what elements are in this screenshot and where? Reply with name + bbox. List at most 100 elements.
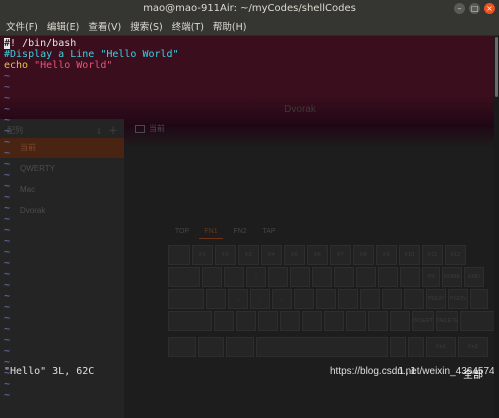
key (206, 289, 226, 309)
key (356, 267, 376, 287)
key (168, 289, 204, 309)
editor-line-2: #Display a Line "Hello World" (4, 49, 179, 60)
key (214, 311, 234, 331)
key (236, 311, 256, 331)
key: F5 (284, 245, 305, 265)
ghost-layer-fn1: FN1 (199, 226, 223, 239)
key: END (464, 267, 484, 287)
tilde-line: ~ (4, 269, 11, 280)
echo-keyword: echo (4, 60, 29, 71)
key: ← (228, 289, 248, 309)
key (302, 311, 322, 331)
key (224, 267, 244, 287)
tilde-line: ~ (4, 291, 11, 302)
tilde-line: ~ (4, 225, 11, 236)
key: HOME (442, 267, 462, 287)
menu-bar: 文件(F) 编辑(E) 查看(V) 搜索(S) 终端(T) 帮助(H) (0, 17, 499, 36)
key: F3 (238, 245, 259, 265)
key (408, 337, 424, 357)
ghost-tab-label: 当前 (149, 124, 165, 133)
tilde-line: ~ (4, 302, 11, 313)
tilde-line: ~ (4, 159, 11, 170)
minimize-button[interactable]: – (454, 3, 465, 14)
key: F7 (330, 245, 351, 265)
key (338, 289, 358, 309)
cursor-position: 1,1 (398, 366, 417, 377)
menu-help[interactable]: 帮助(H) (213, 19, 247, 33)
tilde-line: ~ (4, 203, 11, 214)
tilde-line: ~ (4, 346, 11, 357)
key (290, 267, 310, 287)
ghost-sidebar-item-qwerty: QWERTY (20, 164, 55, 173)
close-button[interactable]: × (484, 3, 495, 14)
key (400, 267, 420, 287)
tilde-line: ~ (4, 313, 11, 324)
tilde-line: ~ (4, 280, 11, 291)
ghost-layer-tap: TAP (262, 228, 276, 235)
menu-terminal[interactable]: 终端(T) (172, 19, 204, 33)
ghost-sidebar-item-current: 当前 (0, 138, 124, 158)
key (378, 267, 398, 287)
key (168, 311, 212, 331)
key: F8 (353, 245, 374, 265)
tilde-line: ~ (4, 93, 11, 104)
menu-search[interactable]: 搜索(S) (130, 19, 162, 33)
key: ↑ (246, 267, 266, 287)
maximize-button[interactable]: □ (469, 3, 480, 14)
menu-view[interactable]: 查看(V) (88, 19, 121, 33)
key: F2 (215, 245, 236, 265)
key (202, 267, 222, 287)
tilde-line: ~ (4, 115, 11, 126)
key: DELETE (436, 311, 458, 331)
echo-string: "Hello World" (34, 60, 113, 71)
tilde-line: ~ (4, 324, 11, 335)
tilde-line: ~ (4, 335, 11, 346)
key: PS (422, 267, 440, 287)
kb-row-2: ↑ PS HOME END (168, 267, 484, 287)
kb-row-3: ← ↓ → PGUP PGDN (168, 289, 488, 309)
terminal-area[interactable]: Dvorak 配列 ⇩ ＋ 当前 QWERTY Mac Dvorak 当前 TO… (0, 36, 499, 418)
tilde-line: ~ (4, 82, 11, 93)
key (268, 267, 288, 287)
window-controls: – □ × (454, 3, 495, 14)
key: F9 (376, 245, 397, 265)
key (198, 337, 224, 357)
tilde-line: ~ (4, 247, 11, 258)
ghost-window-title: Dvorak (284, 104, 316, 115)
ghost-layer-fn2: FN2 (233, 228, 247, 235)
key (390, 337, 406, 357)
menu-file[interactable]: 文件(F) (6, 19, 38, 33)
menu-edit[interactable]: 编辑(E) (47, 19, 79, 33)
key (168, 267, 200, 287)
key: ` (168, 245, 190, 265)
scrollbar-thumb[interactable] (495, 37, 498, 97)
tilde-line: ~ (4, 258, 11, 269)
tilde-line: ~ (4, 126, 11, 137)
key: PGDN (448, 289, 468, 309)
tilde-line: ~ (4, 148, 11, 159)
tilde-line: ~ (4, 71, 11, 82)
tilde-line: ~ (4, 181, 11, 192)
key (360, 289, 380, 309)
ghost-layer-top: TOP (174, 228, 190, 235)
key (324, 311, 344, 331)
key (470, 289, 488, 309)
key (316, 289, 336, 309)
vim-status-message: "Hello" 3L, 62C (4, 366, 95, 377)
kb-row-4: INSERT DELETE (168, 311, 499, 331)
tilde-line: ~ (4, 170, 11, 181)
key: PGUP (426, 289, 446, 309)
tilde-line: ~ (4, 236, 11, 247)
key (294, 289, 314, 309)
tilde-line: ~ (4, 137, 11, 148)
key (312, 267, 332, 287)
shebang-text: ! /bin/bash (10, 38, 77, 49)
scroll-percentage: 全部 (463, 370, 483, 381)
window-title-bar[interactable]: mao@mao-911Air: ~/myCodes/shellCodes – □… (0, 0, 499, 17)
key (258, 311, 278, 331)
key (404, 289, 424, 309)
key: F11 (422, 245, 443, 265)
kb-row-1: ` F1 F2 F3 F4 F5 F6 F7 F8 F9 F10 F11 F12 (168, 245, 466, 265)
key: Fn2 (458, 337, 488, 357)
key: INSERT (412, 311, 434, 331)
